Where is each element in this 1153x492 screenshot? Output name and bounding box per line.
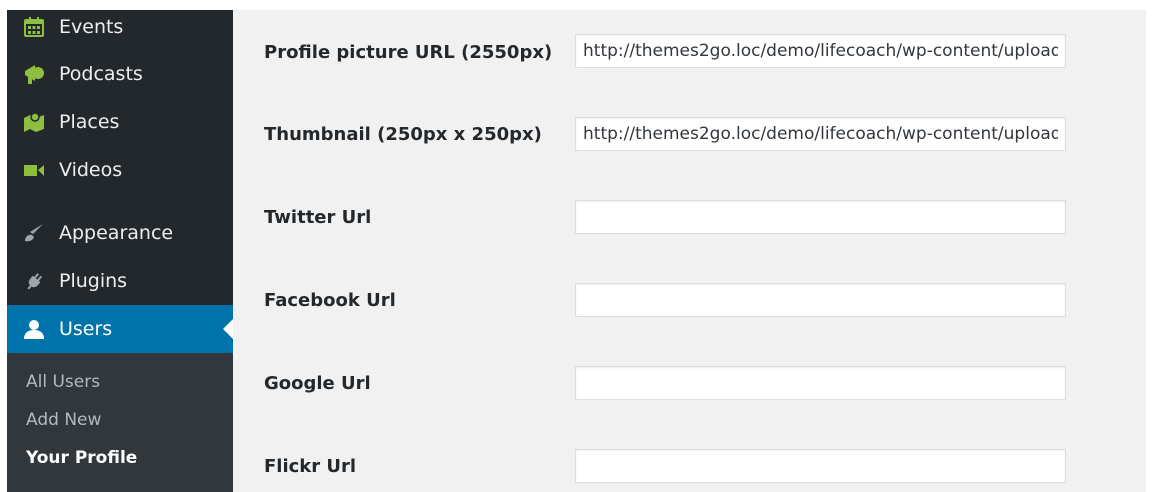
map-icon (21, 109, 47, 135)
menu-item-label: Events (59, 16, 124, 38)
paintbrush-icon (21, 220, 47, 246)
facebook-url-input[interactable] (575, 283, 1066, 317)
menu-item-videos[interactable]: Videos (7, 146, 233, 194)
profile-picture-url-label: Profile picture URL (2550px) (264, 42, 553, 63)
user-icon (21, 316, 47, 342)
twitter-url-input[interactable] (575, 200, 1066, 234)
plugin-icon (21, 268, 47, 294)
calendar-icon (21, 14, 47, 40)
menu-item-label: Videos (59, 159, 123, 181)
thumbnail-label: Thumbnail (250px x 250px) (264, 124, 542, 145)
facebook-url-label: Facebook Url (264, 290, 396, 311)
submenu-item-add-new[interactable]: Add New (26, 410, 101, 430)
menu-item-label: Users (59, 318, 113, 340)
admin-sidebar: Events Podcasts Places Videos Appearance… (7, 10, 233, 492)
profile-form: Profile picture URL (2550px) Thumbnail (… (233, 10, 1146, 492)
thumbnail-input[interactable] (575, 117, 1066, 151)
video-icon (21, 157, 47, 183)
submenu-item-all-users[interactable]: All Users (26, 372, 100, 392)
menu-item-label: Appearance (59, 222, 174, 244)
menu-item-events[interactable]: Events (7, 3, 233, 51)
flickr-url-label: Flickr Url (264, 456, 357, 477)
profile-picture-url-input[interactable] (575, 34, 1066, 68)
megaphone-icon (21, 61, 47, 87)
menu-item-plugins[interactable]: Plugins (7, 257, 233, 305)
submenu-item-your-profile[interactable]: Your Profile (26, 448, 137, 468)
menu-item-places[interactable]: Places (7, 98, 233, 146)
screen: Events Podcasts Places Videos Appearance… (0, 0, 1153, 492)
menu-item-label: Places (59, 111, 120, 133)
google-url-input[interactable] (575, 366, 1066, 400)
menu-item-users[interactable]: Users (7, 305, 233, 353)
menu-item-label: Podcasts (59, 63, 143, 85)
flickr-url-input[interactable] (575, 449, 1066, 483)
twitter-url-label: Twitter Url (264, 207, 372, 228)
menu-item-appearance[interactable]: Appearance (7, 209, 233, 257)
users-submenu: All Users Add New Your Profile (7, 353, 233, 492)
menu-item-podcasts[interactable]: Podcasts (7, 50, 233, 98)
menu-item-label: Plugins (59, 270, 128, 292)
google-url-label: Google Url (264, 373, 371, 394)
